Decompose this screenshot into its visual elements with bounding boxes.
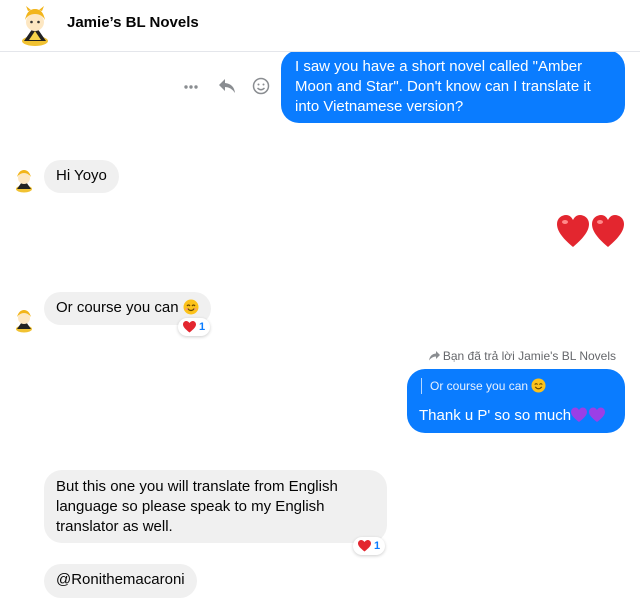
reply-indicator-text: Bạn đã trả lời Jamie's BL Novels	[442, 349, 616, 363]
message-bubble-incoming[interactable]: @Ronithemacaroni	[44, 564, 197, 598]
quoted-message[interactable]: Or course you can	[421, 378, 546, 394]
message-text: @Ronithemacaroni	[56, 571, 185, 588]
message-bubble-incoming[interactable]: But this one you will translate from Eng…	[44, 470, 387, 543]
reaction-badge[interactable]: 1	[353, 537, 386, 555]
more-dots-icon[interactable]	[183, 81, 199, 93]
conversation-title[interactable]: Jamie’s BL Novels	[67, 14, 199, 31]
message-bubble-outgoing[interactable]: I saw you have a short novel called "Amb…	[281, 50, 625, 123]
smiling-face-emoji	[531, 378, 546, 393]
reply-indicator: Bạn đã trả lời Jamie's BL Novels	[428, 349, 616, 363]
profile-avatar[interactable]	[18, 5, 52, 47]
message-bubble-incoming[interactable]: Hi Yoyo	[44, 160, 119, 193]
smiley-react-icon[interactable]	[252, 77, 270, 95]
smiling-face-emoji	[183, 299, 199, 315]
message-bubble-outgoing[interactable]: Or course you can Thank u P' so so much	[407, 369, 625, 433]
message-text: Thank u P' so so much	[419, 407, 572, 424]
red-heart-emoji[interactable]	[556, 214, 626, 250]
message-text-wrap: Thank u P' so so much	[419, 406, 606, 426]
message-text: Hi Yoyo	[56, 167, 107, 184]
message-text: I saw you have a short novel called "Amb…	[295, 58, 591, 115]
message-text: But this one you will translate from Eng…	[56, 478, 338, 535]
chat-header: Jamie’s BL Novels	[0, 0, 640, 52]
reply-forward-arrow-icon	[428, 351, 440, 361]
reaction-count: 1	[199, 321, 206, 333]
reply-arrow-icon[interactable]	[218, 78, 236, 94]
quoted-text: Or course you can	[430, 379, 529, 393]
red-heart-emoji	[183, 321, 196, 333]
red-heart-emoji	[358, 540, 371, 552]
reaction-count: 1	[374, 540, 381, 552]
purple-heart-emoji	[571, 407, 606, 422]
sender-avatar[interactable]	[13, 167, 35, 193]
message-text: Or course you can	[56, 299, 179, 316]
reaction-badge[interactable]: 1	[178, 318, 211, 336]
sender-avatar[interactable]	[13, 307, 35, 333]
